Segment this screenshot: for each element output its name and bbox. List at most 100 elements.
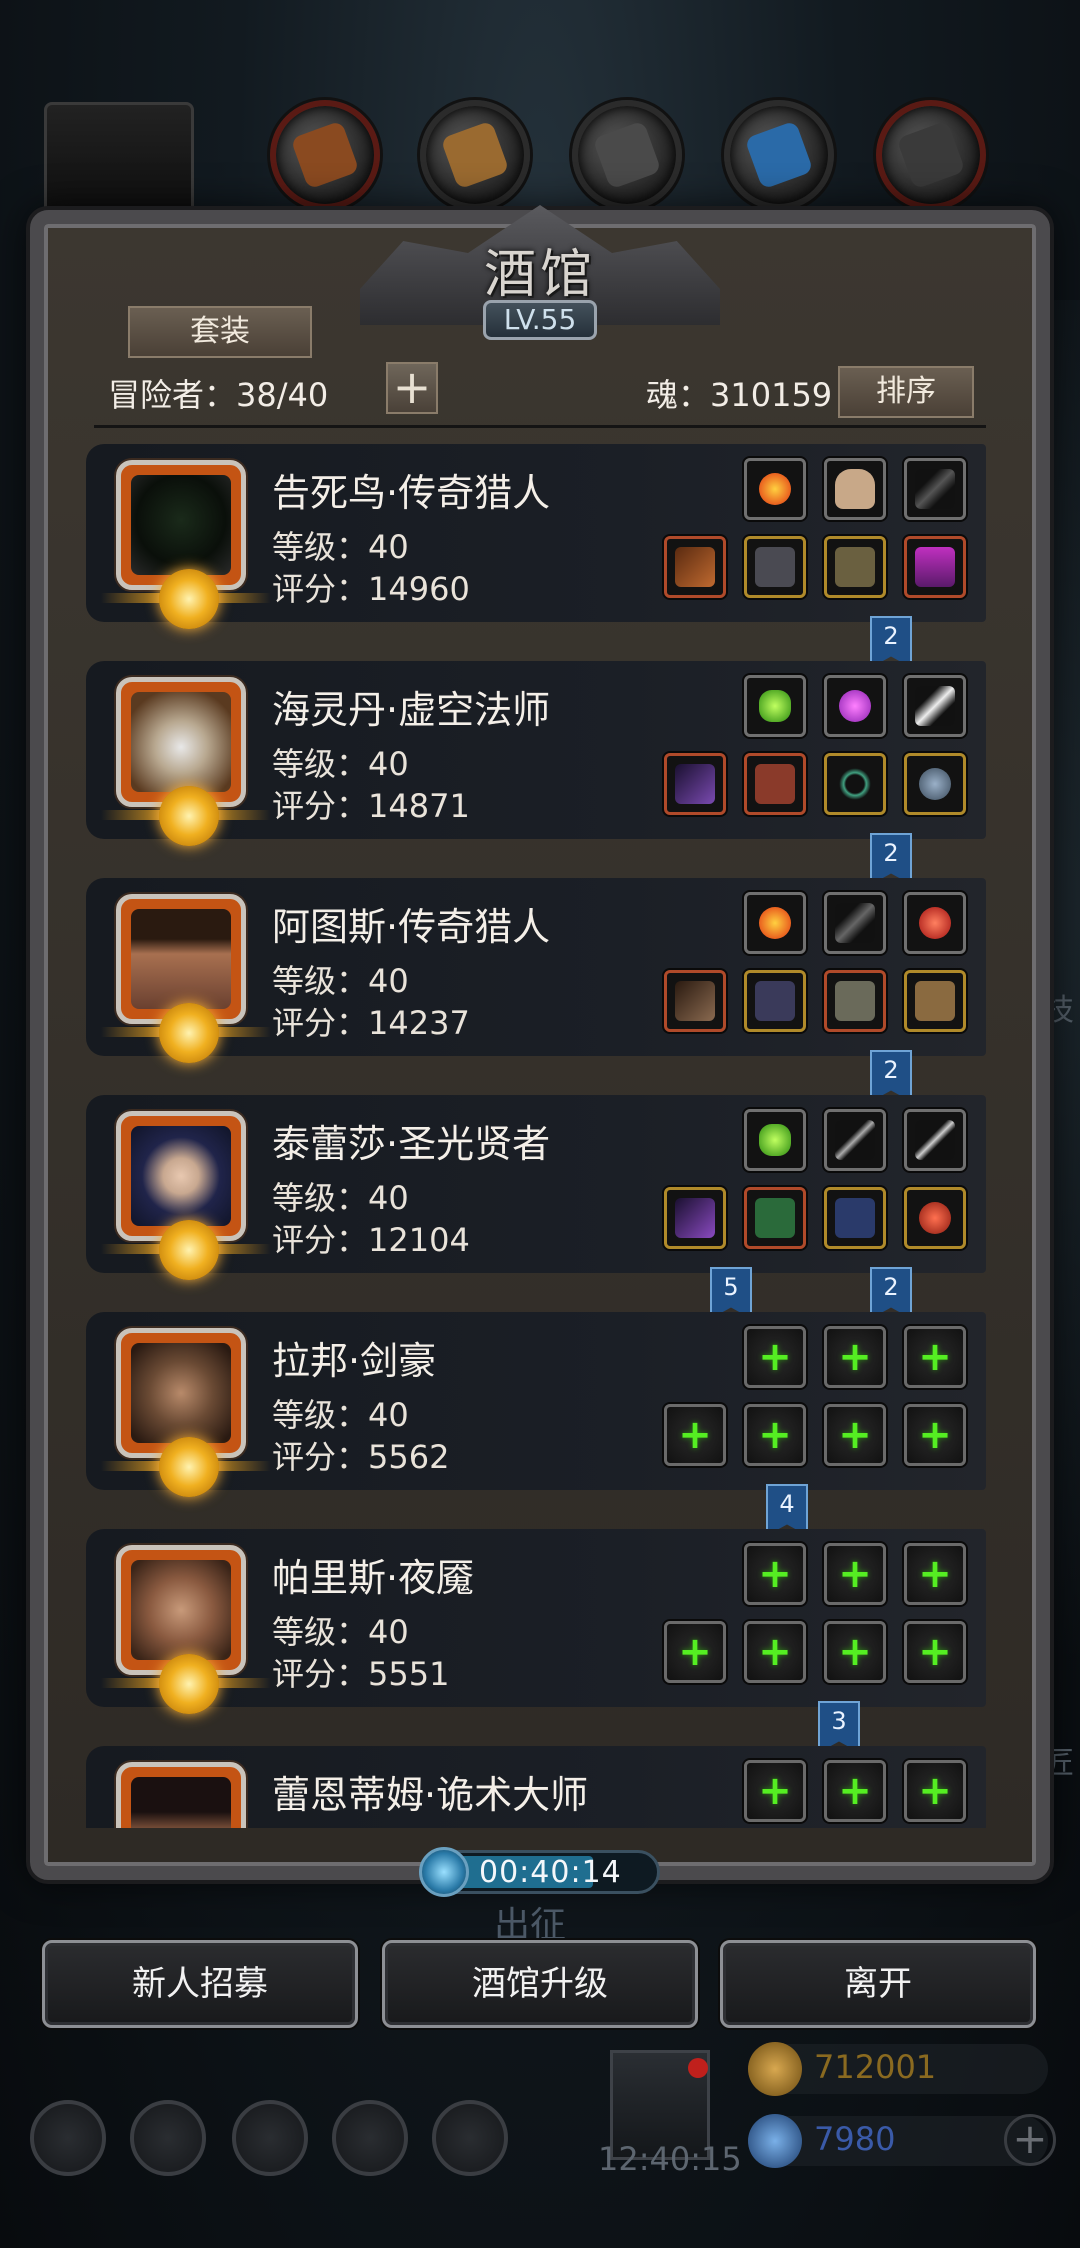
recruit-button[interactable]: 新人招募 (42, 1940, 358, 2028)
hero-level: 等级：40 (272, 528, 409, 566)
empty-slot[interactable]: + (824, 1760, 886, 1822)
hero-card[interactable]: 拉邦·剑豪 等级：40 评分：5562 + + + + + + + (86, 1312, 986, 1497)
iron-resource-icon[interactable] (876, 100, 986, 210)
purple-gem-slot[interactable] (824, 675, 886, 737)
stone-resource-icon[interactable] (572, 100, 682, 210)
empty-slot[interactable]: + (904, 1404, 966, 1466)
hero-list[interactable]: 告死鸟·传奇猎人 等级：40 评分：14960 2 海灵丹·虚空法师 等级：40… (86, 444, 986, 1828)
feather-icon (915, 469, 955, 509)
cross-icon (835, 1198, 875, 1238)
red-gem-slot[interactable] (904, 892, 966, 954)
add-equipment-icon: + (758, 1334, 792, 1380)
meat-resource-icon[interactable] (270, 100, 380, 210)
hero-score: 评分：12104 (272, 1221, 470, 1259)
fire-gem-slot[interactable] (744, 892, 806, 954)
add-adventurer-button[interactable]: + (386, 362, 438, 414)
ring-icon (839, 768, 871, 800)
green-crystal-slot[interactable] (744, 675, 806, 737)
staff-slot[interactable] (664, 753, 726, 815)
white-feather-slot[interactable] (904, 675, 966, 737)
set-button[interactable]: 套装 (128, 306, 312, 358)
hero-portrait (131, 1126, 231, 1226)
tavern-upgrade-button[interactable]: 酒馆升级 (382, 1940, 698, 2028)
rank-star-icon (159, 1654, 219, 1714)
sort-button[interactable]: 排序 (838, 366, 974, 418)
helmet-slot[interactable] (904, 536, 966, 598)
hero-card[interactable]: 蕾恩蒂姆·诡术大师 + + + (86, 1746, 986, 1828)
stopwatch-icon (419, 1847, 469, 1897)
robe-slot[interactable] (744, 753, 806, 815)
empty-slot[interactable]: + (744, 1760, 806, 1822)
green-armor-slot[interactable] (744, 1187, 806, 1249)
empty-slot[interactable]: + (744, 1543, 806, 1605)
empty-slot[interactable]: + (824, 1404, 886, 1466)
empty-slot[interactable]: + (664, 1621, 726, 1683)
crossbow-slot[interactable] (664, 970, 726, 1032)
empty-slot[interactable]: + (824, 1326, 886, 1388)
staff-slot[interactable] (664, 1187, 726, 1249)
plus-icon: + (392, 360, 432, 414)
hero-card[interactable]: 海灵丹·虚空法师 等级：40 评分：14871 (86, 661, 986, 846)
heart-pendant-icon (919, 1202, 951, 1234)
feather-slot[interactable] (824, 892, 886, 954)
hero-name: 阿图斯·传奇猎人 (272, 905, 551, 949)
skull-slot[interactable] (824, 458, 886, 520)
pauldron-slot[interactable] (824, 536, 886, 598)
fire-gem-slot[interactable] (744, 458, 806, 520)
ring-slot[interactable] (824, 753, 886, 815)
rank-star-icon (159, 1437, 219, 1497)
sortie-timer: 00:40:14 (419, 1847, 660, 1897)
empty-slot[interactable]: + (744, 1621, 806, 1683)
hero-score: 评分：14237 (272, 1004, 470, 1042)
hero-card[interactable]: 泰蕾莎·圣光贤者 等级：40 评分：12104 (86, 1095, 986, 1280)
wand-slot[interactable] (824, 1109, 886, 1171)
hero-level: 等级：40 (272, 745, 409, 783)
achievement-icon[interactable] (130, 2100, 206, 2176)
add-equipment-icon: + (838, 1334, 872, 1380)
wood-resource-icon[interactable] (420, 100, 530, 210)
empty-slot[interactable]: + (824, 1543, 886, 1605)
rifle-slot[interactable] (664, 536, 726, 598)
crossbow-icon (675, 981, 715, 1021)
hero-name: 泰蕾莎·圣光贤者 (272, 1122, 551, 1166)
settings-icon[interactable] (30, 2100, 106, 2176)
empty-slot[interactable]: + (744, 1404, 806, 1466)
cross-slot[interactable] (824, 1187, 886, 1249)
hero-card[interactable]: 帕里斯·夜魇 等级：40 评分：5551 + + + + + + + (86, 1529, 986, 1714)
empty-slot[interactable]: + (664, 1404, 726, 1466)
armor-slot[interactable] (744, 970, 806, 1032)
hero-portrait (131, 1777, 231, 1828)
rank-star-icon (159, 786, 219, 846)
handshake-icon[interactable] (432, 2100, 508, 2176)
mail-icon[interactable] (332, 2100, 408, 2176)
bracer-slot[interactable] (904, 970, 966, 1032)
hero-avatar (101, 677, 271, 846)
empty-slot[interactable]: + (904, 1760, 966, 1822)
amulet-slot[interactable] (904, 753, 966, 815)
heart-pendant-slot[interactable] (904, 1187, 966, 1249)
empty-slot[interactable]: + (824, 1621, 886, 1683)
add-currency-button[interactable]: + (1004, 2114, 1056, 2166)
empty-slot[interactable]: + (904, 1326, 966, 1388)
crystal-resource-icon[interactable] (724, 100, 834, 210)
hero-card[interactable]: 告死鸟·传奇猎人 等级：40 评分：14960 (86, 444, 986, 629)
armor-icon (755, 547, 795, 587)
feather-slot[interactable] (904, 458, 966, 520)
helmet-slot[interactable] (824, 970, 886, 1032)
crystal-resource: 7980 (748, 2114, 1048, 2168)
leave-button[interactable]: 离开 (720, 1940, 1036, 2028)
timer-text: 00:40:14 (479, 1855, 622, 1890)
codex-icon[interactable] (232, 2100, 308, 2176)
empty-slot[interactable]: + (744, 1326, 806, 1388)
green-crystal-slot[interactable] (744, 1109, 806, 1171)
hero-card[interactable]: 阿图斯·传奇猎人 等级：40 评分：14237 (86, 878, 986, 1063)
armor-slot[interactable] (744, 536, 806, 598)
empty-slot[interactable]: + (904, 1543, 966, 1605)
dagger-slot[interactable] (904, 1109, 966, 1171)
add-equipment-icon: + (838, 1629, 872, 1675)
game-clock: 12:40:15 (598, 2140, 742, 2178)
empty-slot[interactable]: + (904, 1621, 966, 1683)
hero-avatar (101, 1328, 271, 1497)
staff-icon (675, 1198, 715, 1238)
crystal-icon (748, 2114, 802, 2168)
